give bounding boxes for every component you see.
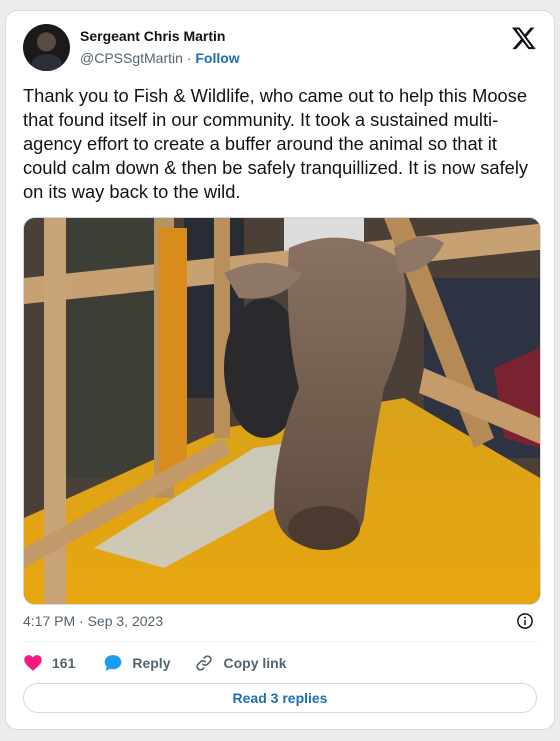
tweet-time: 4:17 PM	[23, 613, 76, 629]
meta-separator: ·	[79, 613, 84, 629]
info-icon[interactable]	[516, 612, 534, 630]
heart-icon	[24, 655, 42, 671]
author-handle[interactable]: @CPSSgtMartin	[80, 50, 183, 66]
author-name[interactable]: Sergeant Chris Martin	[80, 28, 225, 44]
tweet-timestamp[interactable]: 4:17 PM · Sep 3, 2023	[23, 613, 163, 629]
tweet-text: Thank you to Fish & Wildlife, who came o…	[23, 85, 529, 202]
follow-link[interactable]: Follow	[195, 50, 239, 66]
copy-link-label: Copy link	[223, 655, 287, 671]
tweet-card: Sergeant Chris Martin @CPSSgtMartin · Fo…	[5, 10, 555, 730]
divider	[23, 641, 537, 642]
tweet-photo[interactable]	[23, 217, 541, 605]
reply-bubble-icon	[105, 655, 122, 671]
reply-label: Reply	[132, 655, 171, 671]
handle-separator: ·	[186, 50, 192, 66]
copy-link-button[interactable]: Copy link	[194, 653, 287, 673]
like-button[interactable]: 161	[23, 653, 103, 673]
reply-button[interactable]: Reply	[103, 653, 170, 673]
author-avatar[interactable]	[23, 24, 70, 71]
moose-photo-illustration	[24, 218, 540, 604]
action-bar: 161 Reply Copy link	[23, 653, 287, 673]
tweet-date: Sep 3, 2023	[87, 613, 164, 629]
author-handle-row: @CPSSgtMartin · Follow	[80, 50, 240, 66]
x-logo-icon[interactable]	[511, 25, 537, 51]
like-count: 161	[52, 655, 76, 671]
link-icon	[196, 655, 213, 671]
read-replies-button[interactable]: Read 3 replies	[23, 683, 537, 713]
